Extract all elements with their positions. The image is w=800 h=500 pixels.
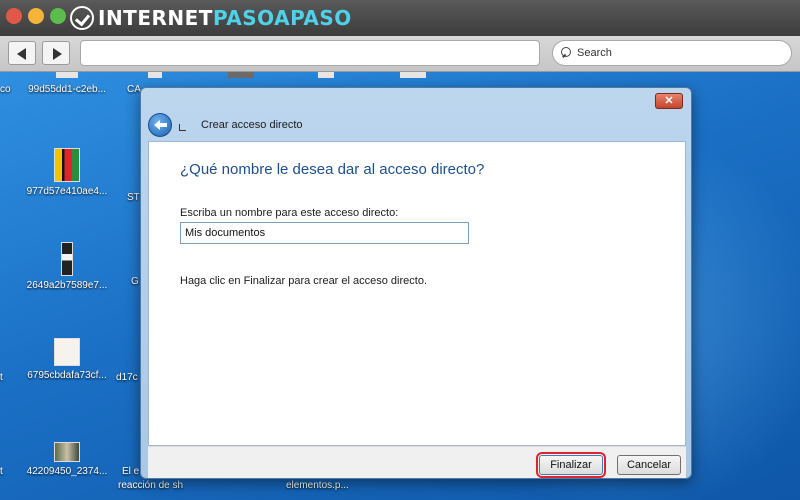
desktop-icon-thumb	[318, 72, 334, 78]
back-button[interactable]	[8, 41, 36, 65]
cancel-button[interactable]: Cancelar	[617, 455, 681, 475]
desktop-label-fragment: d17c	[116, 372, 138, 383]
brand-text: INTERNETPASOAPASO	[98, 6, 352, 30]
forward-button[interactable]	[42, 41, 70, 65]
desktop-icon-label: 99d55dd1-c2eb...	[28, 84, 106, 95]
desktop-label-fragment: G	[131, 276, 139, 287]
desktop-label-fragment: ST	[127, 192, 140, 203]
browser-toolbar: Search	[0, 36, 800, 72]
desktop-label-fragment: t	[0, 466, 3, 477]
desktop-label-fragment: reacción de sh	[118, 480, 184, 491]
forward-arrow-icon	[53, 48, 62, 60]
desktop-label-fragment: elementos.p...	[286, 480, 349, 491]
desktop-icon-label: 6795cbdafa73cf...	[27, 370, 107, 381]
desktop-icon-thumb	[228, 72, 254, 78]
desktop-label-fragment: CA	[127, 84, 141, 95]
brand-text-part2: PASOAPASO	[212, 6, 352, 30]
desktop-icon-thumb	[56, 72, 78, 78]
close-window-icon[interactable]	[6, 8, 22, 24]
dialog-footer: Finalizar Cancelar	[148, 446, 686, 478]
desktop-icon[interactable]: 977d57e410ae4...	[22, 148, 112, 197]
desktop-label-fragment: co	[0, 84, 11, 95]
shortcut-name-label: Escriba un nombre para este acceso direc…	[180, 207, 399, 219]
desktop-icon-label: 2649a2b7589e7...	[26, 280, 108, 291]
desktop-icon[interactable]: 2649a2b7589e7...	[22, 242, 112, 291]
image-file-icon	[54, 442, 80, 462]
desktop-icon-thumb	[400, 72, 426, 78]
search-input[interactable]: Search	[552, 40, 792, 66]
create-shortcut-dialog: ✕ Crear acceso directo ¿Qué nombre le de…	[140, 87, 692, 479]
desktop-icon[interactable]: 99d55dd1-c2eb...	[22, 84, 112, 95]
dialog-title: Crear acceso directo	[201, 119, 303, 131]
shortcut-wizard-icon	[179, 124, 186, 131]
finish-button[interactable]: Finalizar	[536, 452, 606, 478]
maximize-window-icon[interactable]	[50, 8, 66, 24]
wizard-back-button[interactable]	[148, 113, 172, 137]
desktop-icon[interactable]: 6795cbdafa73cf...	[22, 338, 112, 381]
desktop-icon-label: 977d57e410ae4...	[26, 186, 108, 197]
desktop-icon-thumb	[148, 72, 162, 78]
desktop-icon-label: 42209450_2374...	[26, 466, 108, 477]
brand-text-part1: INTERNET	[98, 6, 213, 30]
image-file-icon	[54, 148, 80, 182]
finish-hint-text: Haga clic en Finalizar para crear el acc…	[180, 275, 428, 287]
site-logo: INTERNETPASOAPASO	[70, 5, 352, 31]
search-icon	[561, 47, 573, 59]
desktop-label-fragment: El e	[122, 466, 140, 477]
shortcut-name-input[interactable]	[180, 222, 469, 244]
image-file-icon	[61, 242, 73, 276]
dialog-content: ¿Qué nombre le desea dar al acceso direc…	[148, 141, 686, 446]
back-arrow-icon	[17, 48, 26, 60]
search-placeholder: Search	[577, 47, 612, 59]
address-bar[interactable]	[80, 40, 540, 66]
image-file-icon	[54, 338, 80, 366]
close-dialog-button[interactable]: ✕	[655, 93, 683, 109]
checkmark-logo-icon	[70, 6, 94, 30]
browser-titlebar: INTERNETPASOAPASO	[0, 0, 800, 36]
desktop-icon[interactable]: 42209450_2374...	[22, 442, 112, 477]
dialog-heading: ¿Qué nombre le desea dar al acceso direc…	[180, 161, 485, 178]
minimize-window-icon[interactable]	[28, 8, 44, 24]
desktop-label-fragment: t	[0, 372, 3, 383]
